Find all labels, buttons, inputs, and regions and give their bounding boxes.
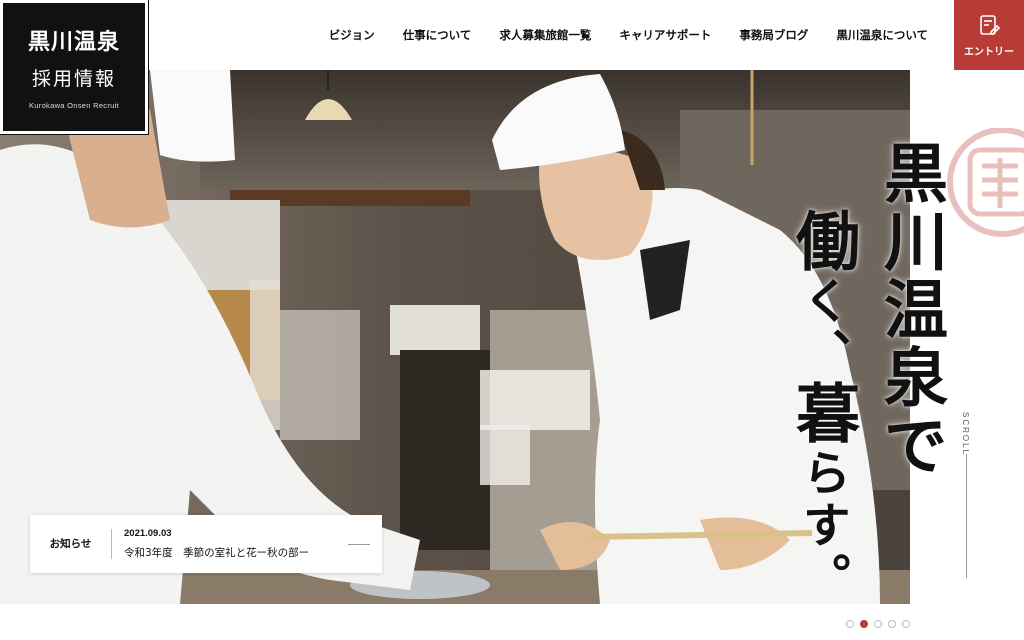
- news-divider: [348, 544, 370, 545]
- nav-office-blog[interactable]: 事務局ブログ: [739, 27, 808, 43]
- news-date: 2021.09.03: [124, 528, 172, 539]
- slider-dot-1[interactable]: [846, 620, 854, 628]
- seal-stamp-icon: [947, 128, 1024, 237]
- nav-career-support[interactable]: キャリアサポート: [619, 27, 711, 43]
- catch-copy-ku: く、: [794, 276, 850, 380]
- scroll-label: SCROLL: [961, 412, 970, 457]
- slider-dot-5[interactable]: [902, 620, 910, 628]
- scroll-line: [966, 454, 967, 578]
- logo-english: Kurokawa Onsen Recruit: [29, 101, 119, 110]
- news-title[interactable]: 令和3年度 季節の室礼と花ー秋の部ー: [124, 545, 309, 560]
- slider-pagination: [846, 620, 910, 628]
- site-logo[interactable]: 黒川温泉 採用情報 Kurokawa Onsen Recruit: [0, 0, 149, 135]
- entry-label: エントリー: [964, 46, 1014, 58]
- catch-copy-work: 働: [785, 208, 860, 276]
- slider-dot-4[interactable]: [888, 620, 896, 628]
- logo-title: 黒川温泉: [27, 29, 120, 55]
- slider-dot-3[interactable]: [874, 620, 882, 628]
- catch-copy-line2: 働く、暮らす。: [785, 208, 860, 604]
- news-label: お知らせ: [30, 529, 112, 559]
- nav-vision[interactable]: ビジョン: [329, 27, 375, 43]
- slider-dot-2[interactable]: [860, 620, 868, 628]
- catch-copy-line1: 黒川温泉で: [873, 140, 948, 480]
- logo-subtitle: 採用情報: [31, 68, 116, 90]
- nav-about-kurokawa[interactable]: 黒川温泉について: [836, 27, 928, 43]
- catch-copy-live: 暮: [785, 380, 860, 448]
- entry-form-icon: [980, 14, 1001, 35]
- catch-copy-rasu: らす。: [794, 448, 850, 604]
- news-box[interactable]: お知らせ 2021.09.03 令和3年度 季節の室礼と花ー秋の部ー: [30, 515, 382, 573]
- nav-work[interactable]: 仕事について: [403, 27, 472, 43]
- news-body: 2021.09.03 令和3年度 季節の室礼と花ー秋の部ー: [112, 528, 309, 560]
- site-header: ビジョン 仕事について 求人募集旅館一覧 キャリアサポート 事務局ブログ 黒川温…: [0, 0, 1024, 70]
- global-nav: ビジョン 仕事について 求人募集旅館一覧 キャリアサポート 事務局ブログ 黒川温…: [329, 0, 928, 70]
- nav-ryokan-list[interactable]: 求人募集旅館一覧: [499, 27, 591, 43]
- entry-button[interactable]: エントリー: [954, 0, 1024, 70]
